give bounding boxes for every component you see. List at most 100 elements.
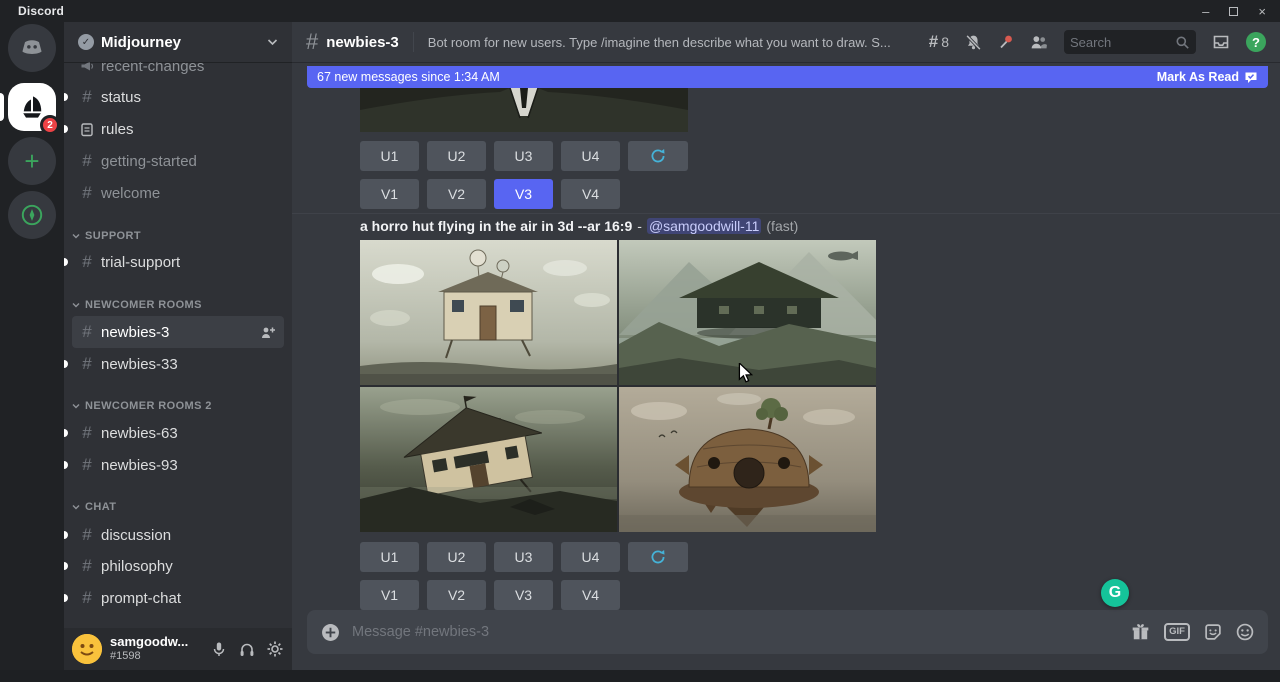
channel-label: newbies-33 bbox=[101, 356, 178, 373]
sidebar-item-rules[interactable]: rules bbox=[72, 113, 284, 145]
threads-button[interactable]: # 8 bbox=[929, 32, 949, 52]
unread-indicator bbox=[64, 258, 68, 266]
attach-plus-icon[interactable] bbox=[321, 623, 340, 642]
megaphone-icon bbox=[80, 62, 94, 73]
sidebar-item-welcome[interactable]: # welcome bbox=[72, 177, 284, 209]
server-icon-midjourney[interactable]: 2 bbox=[8, 83, 56, 131]
search-input[interactable]: Search bbox=[1064, 30, 1196, 54]
section-newcomer-rooms-2[interactable]: NEWCOMER ROOMS 2 bbox=[72, 398, 284, 414]
message-header: a horro hut flying in the air in 3d --ar… bbox=[360, 218, 798, 234]
avatar[interactable] bbox=[72, 634, 102, 664]
divider bbox=[413, 32, 414, 52]
home-button[interactable] bbox=[8, 24, 56, 72]
add-server-button[interactable]: + bbox=[8, 137, 56, 185]
unread-indicator bbox=[64, 125, 68, 133]
sidebar-item-prompt-chat[interactable]: # prompt-chat bbox=[72, 582, 284, 614]
u2-button[interactable]: U2 bbox=[427, 542, 486, 572]
u3-button[interactable]: U3 bbox=[494, 141, 553, 171]
reroll-button[interactable] bbox=[628, 542, 688, 572]
sidebar-item-newbies-33[interactable]: # newbies-33 bbox=[72, 348, 284, 380]
gif-picker-button[interactable]: GIF bbox=[1164, 623, 1190, 640]
close-icon[interactable]: × bbox=[1258, 5, 1266, 18]
server-rail: 2 + bbox=[0, 22, 64, 670]
u1-button[interactable]: U1 bbox=[360, 542, 419, 572]
v4-button[interactable]: V4 bbox=[561, 179, 620, 209]
sidebar-item-philosophy[interactable]: # philosophy bbox=[72, 550, 284, 582]
channel-title: newbies-3 bbox=[326, 34, 399, 51]
sidebar-item-newbies-3[interactable]: # newbies-3 bbox=[72, 316, 284, 348]
generated-image-previous[interactable] bbox=[360, 88, 688, 132]
channel-label: rules bbox=[101, 121, 134, 138]
notifications-muted-icon[interactable] bbox=[965, 34, 982, 51]
window-titlebar: Discord – × bbox=[0, 0, 1280, 22]
v1-button[interactable]: V1 bbox=[360, 580, 419, 610]
member-list-icon[interactable] bbox=[1030, 34, 1048, 50]
new-messages-bar[interactable]: 67 new messages since 1:34 AM Mark As Re… bbox=[307, 66, 1268, 88]
v2-button[interactable]: V2 bbox=[427, 580, 486, 610]
section-support[interactable]: SUPPORT bbox=[72, 228, 284, 244]
sidebar-item-newbies-93[interactable]: # newbies-93 bbox=[72, 449, 284, 481]
u3-button[interactable]: U3 bbox=[494, 542, 553, 572]
prompt-text: a horro hut flying in the air in 3d --ar… bbox=[360, 218, 632, 234]
sidebar-item-discussion[interactable]: # discussion bbox=[72, 519, 284, 551]
section-newcomer-rooms[interactable]: NEWCOMER ROOMS bbox=[72, 297, 284, 313]
variation-row-2: V1 V2 V3 V4 bbox=[360, 580, 620, 610]
v2-button[interactable]: V2 bbox=[427, 179, 486, 209]
v3-button-selected[interactable]: V3 bbox=[494, 179, 553, 209]
headphones-icon[interactable] bbox=[238, 641, 256, 658]
sidebar-item-recent-changes[interactable]: recent-changes bbox=[72, 62, 284, 82]
gear-icon[interactable] bbox=[266, 640, 284, 658]
reroll-button[interactable] bbox=[628, 141, 688, 171]
u1-button[interactable]: U1 bbox=[360, 141, 419, 171]
sidebar-item-getting-started[interactable]: # getting-started bbox=[72, 145, 284, 177]
generated-image-4[interactable] bbox=[619, 387, 876, 532]
app-title: Discord bbox=[18, 4, 64, 18]
upscale-row-1: U1 U2 U3 U4 bbox=[360, 141, 688, 171]
composer-icons: GIF bbox=[1131, 623, 1254, 641]
maximize-icon[interactable] bbox=[1229, 5, 1238, 18]
invite-people-icon[interactable] bbox=[260, 325, 276, 340]
help-button[interactable]: ? bbox=[1246, 32, 1266, 52]
grammarly-widget[interactable]: G bbox=[1101, 579, 1129, 607]
v1-button[interactable]: V1 bbox=[360, 179, 419, 209]
mark-as-read-button[interactable]: Mark As Read bbox=[1157, 70, 1258, 84]
hashtag-icon: # bbox=[80, 354, 94, 374]
variation-row-1: V1 V2 V3 V4 bbox=[360, 179, 620, 209]
search-icon bbox=[1175, 35, 1190, 50]
search-placeholder: Search bbox=[1070, 35, 1171, 50]
generated-image-1[interactable] bbox=[360, 240, 617, 385]
sidebar-item-newbies-63[interactable]: # newbies-63 bbox=[72, 417, 284, 449]
section-label: NEWCOMER ROOMS bbox=[85, 299, 202, 311]
smiley-avatar-icon bbox=[72, 634, 102, 664]
v4-button[interactable]: V4 bbox=[561, 580, 620, 610]
section-label: SUPPORT bbox=[85, 230, 141, 242]
server-header[interactable]: ✓ Midjourney bbox=[64, 22, 292, 62]
channel-label: philosophy bbox=[101, 558, 173, 575]
channel-topic[interactable]: Bot room for new users. Type /imagine th… bbox=[428, 35, 891, 50]
u4-button[interactable]: U4 bbox=[561, 542, 620, 572]
generated-image-2[interactable] bbox=[619, 240, 876, 385]
gift-icon[interactable] bbox=[1131, 623, 1150, 641]
minimize-icon[interactable]: – bbox=[1202, 5, 1209, 18]
generated-image-3[interactable] bbox=[360, 387, 617, 532]
window-bottom-edge bbox=[0, 670, 1280, 682]
section-chat[interactable]: CHAT bbox=[72, 499, 284, 515]
inbox-icon[interactable] bbox=[1212, 34, 1230, 50]
sidebar-item-trial-support[interactable]: # trial-support bbox=[72, 246, 284, 278]
message-input[interactable] bbox=[352, 624, 1119, 640]
sticker-icon[interactable] bbox=[1204, 623, 1222, 641]
microphone-icon[interactable] bbox=[210, 641, 228, 658]
v3-button[interactable]: V3 bbox=[494, 580, 553, 610]
explore-servers-button[interactable] bbox=[8, 191, 56, 239]
selected-server-indicator bbox=[0, 93, 4, 121]
u2-button[interactable]: U2 bbox=[427, 141, 486, 171]
pinned-messages-icon[interactable] bbox=[998, 34, 1014, 50]
separator: - bbox=[637, 218, 642, 234]
u4-button[interactable]: U4 bbox=[561, 141, 620, 171]
sidebar-item-status[interactable]: # status bbox=[72, 81, 284, 113]
emoji-picker-icon[interactable] bbox=[1236, 623, 1254, 641]
channel-label: prompt-chat bbox=[101, 590, 181, 607]
user-mention[interactable]: @samgoodwill-11 bbox=[647, 218, 761, 234]
channel-label: discussion bbox=[101, 527, 171, 544]
channel-topbar: # newbies-3 Bot room for new users. Type… bbox=[292, 22, 1280, 62]
